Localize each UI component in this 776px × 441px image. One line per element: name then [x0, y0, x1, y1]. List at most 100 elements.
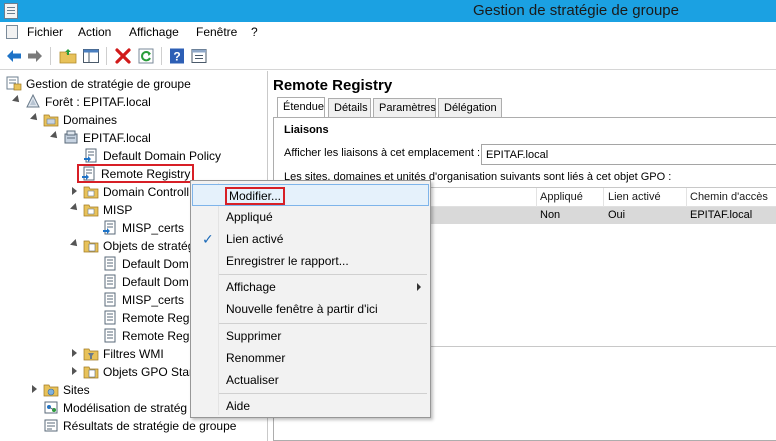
menu-item-affichage[interactable]: Affichage — [192, 276, 429, 298]
tree-node-remote-registry[interactable]: Remote Registry — [76, 164, 195, 183]
column-header-link-enabled[interactable]: Lien activé — [608, 191, 661, 203]
domain-icon — [63, 130, 79, 145]
cell-link-enabled: Oui — [608, 209, 626, 221]
column-header-path[interactable]: Chemin d'accès — [690, 191, 768, 203]
console-icon[interactable] — [6, 25, 18, 39]
tree-label: Default Domain Policy — [103, 148, 222, 163]
column-divider — [536, 188, 537, 207]
gpo-link-icon — [83, 148, 99, 163]
menu-item-renommer[interactable]: Renommer — [192, 347, 429, 369]
menu-fichier[interactable]: Fichier — [27, 25, 63, 39]
menu-fenetre[interactable]: Fenêtre — [196, 25, 237, 39]
menu-action[interactable]: Action — [78, 25, 111, 39]
back-arrow-icon[interactable] — [5, 47, 23, 65]
title-bar: Gestion de stratégie de groupe — [0, 0, 776, 22]
gpo-icon — [102, 256, 118, 271]
menu-item-new-window[interactable]: Nouvelle fenêtre à partir d'ici — [192, 298, 429, 320]
tree-node-sites[interactable]: Sites — [30, 381, 90, 398]
selection-highlight: Remote Registry — [76, 164, 195, 183]
folder-up-icon[interactable] — [59, 47, 77, 65]
menu-item-lien-active[interactable]: ✓ Lien activé — [192, 228, 429, 250]
gpo-link-icon — [102, 220, 118, 235]
checkmark-icon: ✓ — [202, 231, 214, 247]
collapse-arrow-icon[interactable] — [70, 241, 79, 250]
collapse-arrow-icon[interactable] — [30, 115, 39, 124]
help-icon[interactable]: ? — [168, 47, 186, 65]
forward-arrow-icon[interactable] — [26, 47, 44, 65]
gpo-link-icon — [81, 166, 97, 181]
tree-node-misp[interactable]: MISP — [70, 201, 132, 218]
location-label: Afficher les liaisons à cet emplacement … — [284, 147, 481, 159]
toolbar-separator — [50, 47, 51, 65]
menu-help[interactable]: ? — [251, 25, 258, 39]
menu-separator — [219, 274, 427, 275]
menu-item-label: Modifier... — [224, 187, 286, 205]
tree-label: Gestion de stratégie de groupe — [26, 76, 191, 91]
toolbar-separator — [106, 47, 107, 65]
menu-item-aide[interactable]: Aide — [192, 395, 429, 417]
tree-node-gpo[interactable]: Default Dom — [102, 255, 189, 272]
forest-icon — [25, 94, 41, 109]
tree-node-results[interactable]: Résultats de stratégie de groupe — [43, 417, 236, 434]
menu-item-applique[interactable]: Appliqué — [192, 206, 429, 228]
column-divider — [686, 188, 687, 207]
expand-arrow-icon[interactable] — [70, 187, 79, 196]
tree-label: Remote Regi — [122, 310, 193, 325]
tab-details[interactable]: Détails — [328, 98, 371, 118]
tree-node-domains[interactable]: Domaines — [30, 111, 117, 128]
tree-label: EPITAF.local — [83, 130, 151, 145]
expand-arrow-icon[interactable] — [30, 385, 39, 394]
tree-label: Modélisation de stratég — [63, 400, 188, 415]
tree-label: MISP — [103, 202, 133, 217]
tree-node-domain-controllers[interactable]: Domain Controll — [70, 183, 189, 200]
menu-item-label: Enregistrer le rapport... — [226, 254, 349, 268]
refresh-icon[interactable] — [137, 47, 155, 65]
tab-delegation[interactable]: Délégation — [438, 98, 502, 118]
tree-node-gpo[interactable]: Remote Regi — [102, 327, 192, 344]
gpo-folder-icon — [83, 238, 99, 253]
tree-node-default-domain-policy[interactable]: Default Domain Policy — [83, 147, 221, 164]
menu-item-save-report[interactable]: Enregistrer le rapport... — [192, 250, 429, 272]
toolbar-separator — [161, 47, 162, 65]
app-icon[interactable] — [4, 3, 18, 19]
tree-node-gpo-objects[interactable]: Objets de stratég — [70, 237, 194, 254]
column-header-applied[interactable]: Appliqué — [540, 191, 583, 203]
tree-node-misp-certs[interactable]: MISP_certs — [102, 219, 184, 236]
collapse-arrow-icon[interactable] — [70, 205, 79, 214]
tree-label: Default Dom — [122, 274, 189, 289]
tree-node-gpmc-root[interactable]: Gestion de stratégie de groupe — [6, 75, 191, 92]
gpo-icon — [102, 310, 118, 325]
tree-node-starter-gpos[interactable]: Objets GPO Start — [70, 363, 196, 380]
delete-icon[interactable] — [114, 47, 132, 65]
collapse-arrow-icon[interactable] — [50, 133, 59, 142]
menu-item-supprimer[interactable]: Supprimer — [192, 325, 429, 347]
gpo-icon — [102, 274, 118, 289]
menu-item-modifier[interactable]: Modifier... — [192, 184, 429, 206]
cell-path: EPITAF.local — [690, 209, 753, 221]
tab-etendue[interactable]: Étendue — [277, 97, 325, 118]
menu-item-label: Aide — [226, 399, 251, 413]
tree-node-gpo[interactable]: Remote Regi — [102, 309, 192, 326]
tree-label: Objets GPO Start — [103, 364, 197, 379]
tree-node-gpo[interactable]: Default Dom — [102, 273, 189, 290]
expand-arrow-icon[interactable] — [70, 367, 79, 376]
menu-separator — [219, 323, 427, 324]
tree-label: Domain Controll — [103, 184, 190, 199]
tree-node-wmi-filters[interactable]: Filtres WMI — [70, 345, 164, 362]
tree-node-forest[interactable]: Forêt : EPITAF.local — [12, 93, 151, 110]
expand-arrow-icon[interactable] — [70, 349, 79, 358]
tree-label: Default Dom — [122, 256, 189, 271]
svg-text:?: ? — [173, 50, 180, 64]
location-dropdown[interactable]: EPITAF.local — [481, 144, 776, 165]
tree-label: Domaines — [63, 112, 118, 127]
submenu-arrow-icon — [417, 283, 421, 291]
menu-affichage[interactable]: Affichage — [129, 25, 179, 39]
menu-item-actualiser[interactable]: Actualiser — [192, 369, 429, 391]
tree-node-domain[interactable]: EPITAF.local — [50, 129, 151, 146]
properties-icon[interactable] — [190, 47, 208, 65]
tree-node-gpo[interactable]: MISP_certs — [102, 291, 184, 308]
tree-node-modeling[interactable]: Modélisation de stratég — [43, 399, 187, 416]
tab-parametres[interactable]: Paramètres — [373, 98, 436, 118]
show-hide-tree-icon[interactable] — [82, 47, 100, 65]
collapse-arrow-icon[interactable] — [12, 97, 21, 106]
